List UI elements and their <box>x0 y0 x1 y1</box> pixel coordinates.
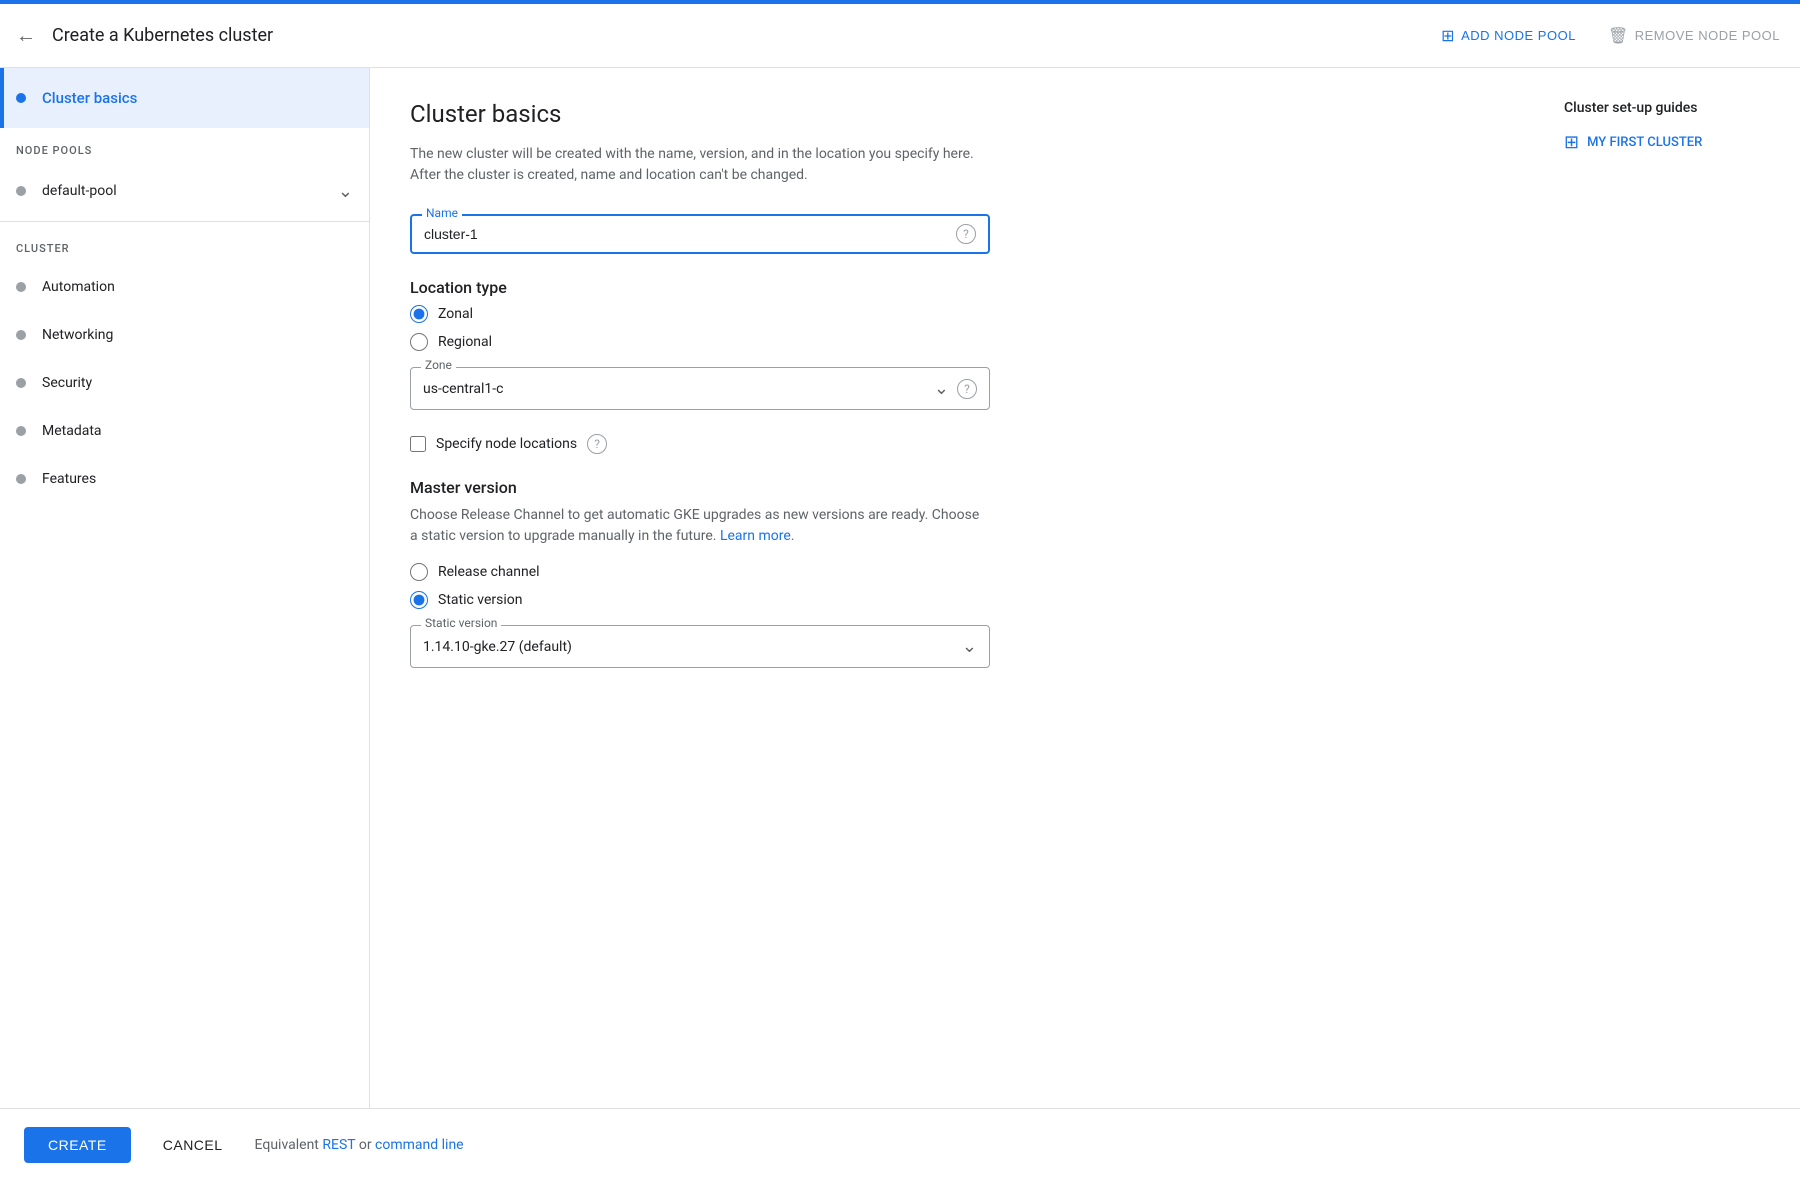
bottom-bar: CREATE CANCEL Equivalent REST or command… <box>0 1108 1800 1180</box>
name-label: Name <box>422 206 462 220</box>
sidebar: Cluster basics NODE POOLS default-pool ⌄… <box>0 68 370 1108</box>
zonal-radio[interactable] <box>410 305 428 323</box>
sidebar-item-features[interactable]: Features <box>0 455 369 503</box>
sidebar-item-automation[interactable]: Automation <box>0 263 369 311</box>
name-input[interactable] <box>424 226 956 242</box>
location-type-title: Location type <box>410 278 990 297</box>
master-version-radio-group: Release channel Static version <box>410 563 1500 609</box>
cancel-button[interactable]: CANCEL <box>147 1127 239 1163</box>
add-icon: ⊞ <box>1441 26 1455 46</box>
add-node-pool-button[interactable]: ⊞ ADD NODE POOL <box>1437 18 1580 54</box>
features-label: Features <box>42 471 96 487</box>
regional-radio[interactable] <box>410 333 428 351</box>
master-version-desc: Choose Release Channel to get automatic … <box>410 505 990 547</box>
specify-node-locations-checkbox[interactable] <box>410 436 426 452</box>
name-input-wrapper: Name ? <box>410 214 990 254</box>
top-bar-actions: ⊞ ADD NODE POOL 🗑 REMOVE NODE POOL <box>1437 18 1784 54</box>
rest-link[interactable]: REST <box>322 1137 355 1153</box>
equivalent-text: Equivalent REST or command line <box>255 1137 464 1153</box>
back-button[interactable]: ← <box>16 23 36 48</box>
learn-more-link[interactable]: Learn more <box>720 528 791 544</box>
sidebar-cluster-basics-label: Cluster basics <box>42 89 137 107</box>
content-area: Cluster basics The new cluster will be c… <box>370 68 1540 1108</box>
networking-dot <box>16 330 26 340</box>
cluster-guide-icon: ⊞ <box>1564 132 1579 153</box>
security-label: Security <box>42 375 92 391</box>
create-button[interactable]: CREATE <box>24 1127 131 1163</box>
sidebar-item-metadata[interactable]: Metadata <box>0 407 369 455</box>
static-version-radio[interactable] <box>410 591 428 609</box>
page-title: Create a Kubernetes cluster <box>52 25 1421 46</box>
automation-dot <box>16 282 26 292</box>
static-version-select-wrapper: Static version 1.14.10-gke.27 (default) … <box>410 625 990 668</box>
trash-icon: 🗑 <box>1608 26 1629 46</box>
metadata-dot <box>16 426 26 436</box>
features-dot <box>16 474 26 484</box>
top-bar: ← Create a Kubernetes cluster ⊞ ADD NODE… <box>0 4 1800 68</box>
remove-node-pool-button[interactable]: 🗑 REMOVE NODE POOL <box>1604 18 1784 54</box>
cluster-section-label: CLUSTER <box>0 226 369 263</box>
zonal-radio-item[interactable]: Zonal <box>410 305 990 323</box>
specify-node-locations-row: Specify node locations ? <box>410 434 1500 454</box>
sidebar-item-security[interactable]: Security <box>0 359 369 407</box>
back-icon: ← <box>16 23 36 48</box>
master-version-title: Master version <box>410 478 1500 497</box>
pool-dot <box>16 186 26 196</box>
master-version-section: Master version Choose Release Channel to… <box>410 478 1500 668</box>
location-type-field: Location type Zonal Regional Zone us-cen… <box>410 278 990 410</box>
active-dot <box>16 93 26 103</box>
regional-label: Regional <box>438 334 492 350</box>
zonal-label: Zonal <box>438 306 473 322</box>
main-layout: Cluster basics NODE POOLS default-pool ⌄… <box>0 68 1800 1108</box>
page-description: The new cluster will be created with the… <box>410 144 990 186</box>
sidebar-item-cluster-basics[interactable]: Cluster basics <box>0 68 369 128</box>
release-channel-radio[interactable] <box>410 563 428 581</box>
networking-label: Networking <box>42 327 113 343</box>
metadata-label: Metadata <box>42 423 102 439</box>
chevron-down-icon: ⌄ <box>338 181 353 202</box>
command-line-link[interactable]: command line <box>375 1137 464 1153</box>
static-version-radio-label: Static version <box>438 592 523 608</box>
sidebar-item-networking[interactable]: Networking <box>0 311 369 359</box>
guides-title: Cluster set-up guides <box>1564 100 1776 116</box>
sidebar-item-default-pool[interactable]: default-pool ⌄ <box>0 165 369 217</box>
node-pools-section-label: NODE POOLS <box>0 128 369 165</box>
name-help-icon[interactable]: ? <box>956 224 976 244</box>
default-pool-label: default-pool <box>42 183 338 199</box>
my-first-cluster-link[interactable]: ⊞ MY FIRST CLUSTER <box>1564 132 1776 153</box>
regional-radio-item[interactable]: Regional <box>410 333 990 351</box>
security-dot <box>16 378 26 388</box>
specify-node-locations-label: Specify node locations <box>436 436 577 452</box>
sidebar-divider <box>0 221 369 222</box>
automation-label: Automation <box>42 279 115 295</box>
location-radio-group: Zonal Regional <box>410 305 990 351</box>
name-field: Name ? <box>410 214 990 254</box>
my-first-cluster-label: MY FIRST CLUSTER <box>1587 135 1702 150</box>
specify-node-locations-help-icon[interactable]: ? <box>587 434 607 454</box>
zone-select-wrapper: Zone us-central1-c ⌄ us-central1-c ? <box>410 367 990 410</box>
release-channel-label: Release channel <box>438 564 540 580</box>
release-channel-radio-item[interactable]: Release channel <box>410 563 1500 581</box>
content-page-title: Cluster basics <box>410 100 1500 128</box>
right-sidebar: Cluster set-up guides ⊞ MY FIRST CLUSTER <box>1540 68 1800 1108</box>
static-version-radio-item[interactable]: Static version <box>410 591 1500 609</box>
